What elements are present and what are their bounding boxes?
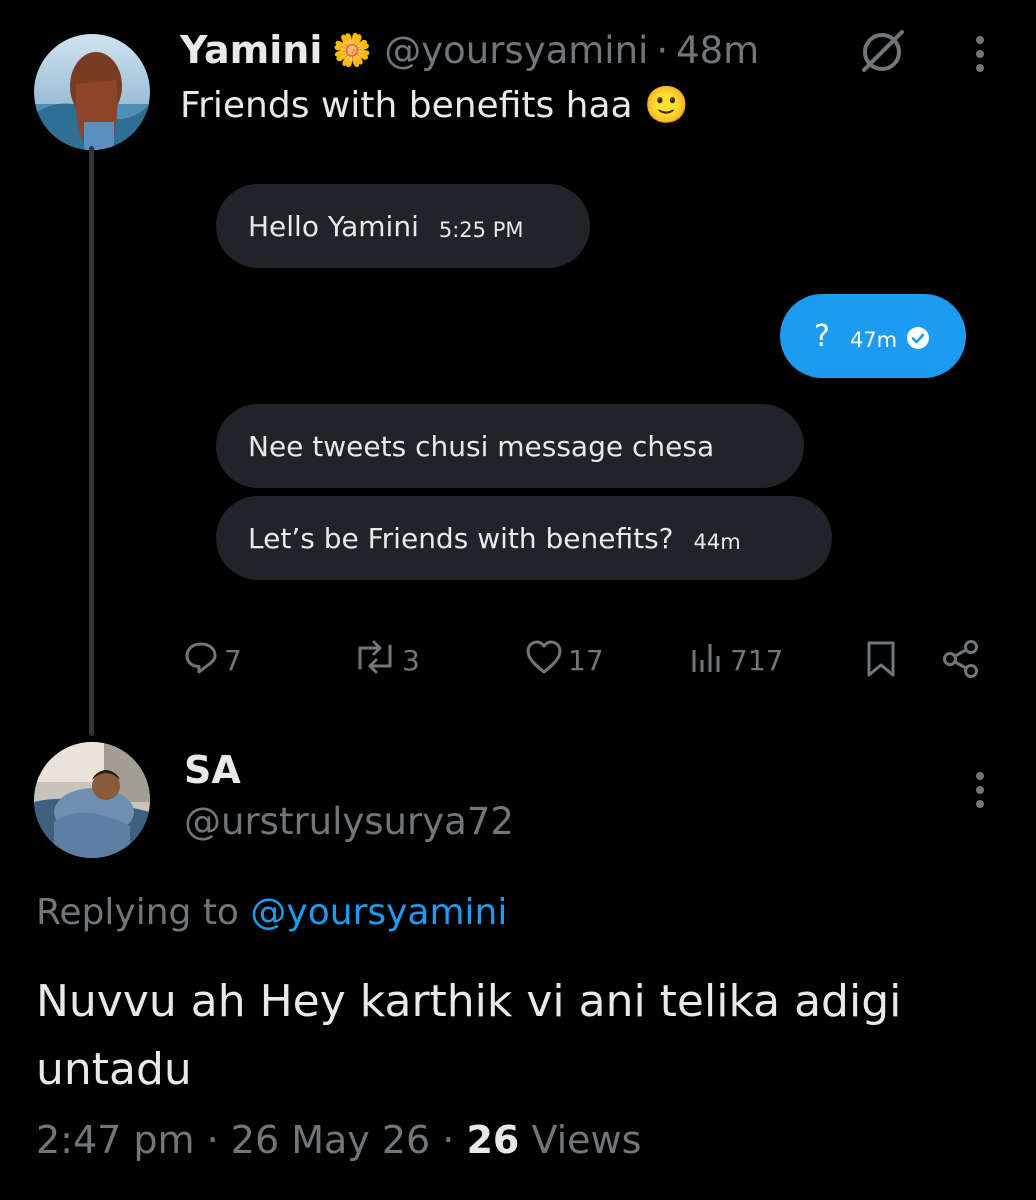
reply-count: 7 — [224, 644, 242, 677]
author-handle[interactable]: @yoursyamini — [384, 29, 648, 72]
reply-timestamp[interactable]: 2:47 pm · 26 May 26 · — [36, 1118, 454, 1162]
dm-time: 5:25 PM — [438, 218, 524, 242]
bookmark-icon[interactable] — [864, 640, 898, 682]
like-count: 17 — [568, 644, 604, 677]
tweet-header: Yamini 🌼 @yoursyamini · 48m — [180, 26, 759, 74]
views-icon — [690, 638, 726, 683]
share-icon[interactable] — [940, 638, 982, 684]
dm-text: Let’s be Friends with benefits? — [248, 521, 674, 555]
repost-count: 3 — [402, 644, 420, 677]
avatar-sa[interactable] — [34, 742, 150, 858]
like-icon — [524, 638, 564, 683]
author-name[interactable]: Yamini — [180, 28, 322, 72]
tweet-time[interactable]: 48m — [676, 29, 759, 72]
dm-bubble-4: Let’s be Friends with benefits? 44m — [216, 496, 832, 580]
dm-time: 44m — [693, 530, 741, 554]
dm-bubble-1: Hello Yamini 5:25 PM — [216, 184, 590, 268]
replying-to: Replying to @yoursyamini — [36, 892, 507, 933]
grok-icon[interactable] — [858, 26, 908, 80]
replying-handle-link[interactable]: @yoursyamini — [250, 892, 507, 933]
read-check-icon — [907, 323, 930, 356]
tweet-text: Friends with benefits haa 🙂 — [180, 85, 689, 126]
avatar-yamini[interactable] — [34, 34, 150, 150]
thread-line — [89, 146, 94, 736]
repost-icon — [352, 638, 398, 683]
reply-more-icon[interactable] — [976, 772, 984, 808]
reply-text: Nuvvu ah Hey karthik vi ani telika adigi… — [36, 976, 902, 1095]
reply-views-label: Views — [531, 1118, 642, 1162]
replying-label: Replying to — [36, 892, 239, 933]
dm-bubble-3: Nee tweets chusi message chesa — [216, 404, 804, 488]
separator-dot: · — [656, 28, 669, 72]
flower-badge: 🌼 — [332, 31, 373, 69]
dm-text: Nee tweets chusi message chesa — [248, 429, 715, 463]
reply-author-name[interactable]: SA — [184, 748, 241, 792]
reply-author-handle[interactable]: @urstrulysurya72 — [184, 800, 514, 843]
repost-button[interactable]: 3 — [352, 638, 420, 683]
views-button[interactable]: 717 — [690, 638, 783, 683]
dm-bubble-2: ? 47m — [780, 294, 966, 378]
reply-meta: 2:47 pm · 26 May 26 · 26 Views — [36, 1118, 641, 1162]
reply-button[interactable]: 7 — [182, 638, 242, 683]
views-count: 717 — [730, 644, 784, 677]
reply-views-count: 26 — [466, 1118, 520, 1162]
like-button[interactable]: 17 — [524, 638, 604, 683]
dm-text: ? — [814, 318, 830, 354]
more-icon[interactable] — [976, 36, 984, 72]
reply-icon — [182, 638, 220, 683]
dm-time: 47m — [849, 328, 898, 352]
dm-text: Hello Yamini — [248, 209, 419, 243]
